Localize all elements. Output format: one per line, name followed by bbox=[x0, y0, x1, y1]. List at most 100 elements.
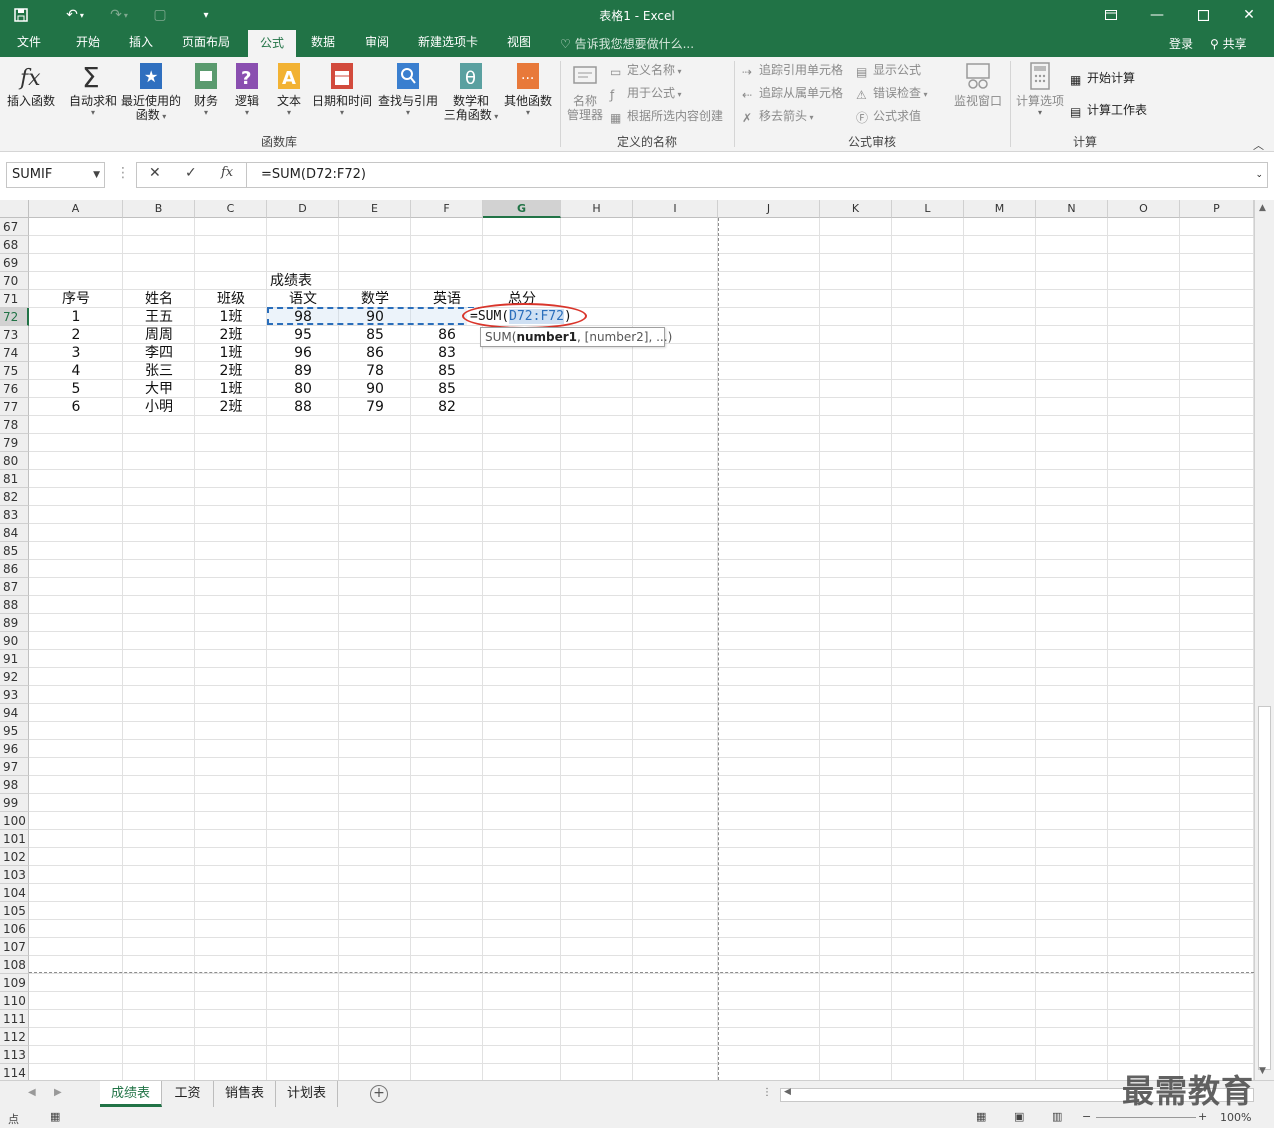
tab-page-layout[interactable]: 页面布局 bbox=[170, 30, 242, 57]
more-functions-button[interactable]: ··· 其他函数 ▾ bbox=[502, 61, 554, 118]
table-cell[interactable]: 86 bbox=[339, 344, 411, 362]
error-checking-button[interactable]: ⚠ 错误检查 ▾ bbox=[856, 84, 928, 102]
row-header-111[interactable]: 111 bbox=[0, 1010, 29, 1028]
row-header-108[interactable]: 108 bbox=[0, 956, 29, 974]
name-manager-button[interactable]: 名称 管理器 bbox=[564, 61, 606, 122]
table-cell[interactable]: 2 bbox=[29, 326, 123, 344]
row-header-104[interactable]: 104 bbox=[0, 884, 29, 902]
row-header-77[interactable]: 77 bbox=[0, 398, 29, 416]
row-header-92[interactable]: 92 bbox=[0, 668, 29, 686]
scroll-left-icon[interactable]: ◀ bbox=[784, 1087, 791, 1097]
formula-input[interactable]: =SUM(D72:F72) ⌄ bbox=[246, 162, 1268, 188]
row-header-70[interactable]: 70 bbox=[0, 272, 29, 290]
row-header-101[interactable]: 101 bbox=[0, 830, 29, 848]
column-header-n[interactable]: N bbox=[1036, 200, 1108, 218]
evaluate-formula-button[interactable]: Ⓕ 公式求值 bbox=[856, 107, 921, 125]
zoom-slider[interactable] bbox=[1096, 1117, 1196, 1118]
row-header-80[interactable]: 80 bbox=[0, 452, 29, 470]
column-heading[interactable]: 语文 bbox=[267, 290, 339, 308]
table-cell[interactable]: 3 bbox=[29, 344, 123, 362]
table-cell[interactable]: 90 bbox=[339, 380, 411, 398]
table-cell[interactable]: 90 bbox=[339, 308, 411, 326]
row-header-75[interactable]: 75 bbox=[0, 362, 29, 380]
table-cell[interactable]: 83 bbox=[411, 344, 483, 362]
table-cell[interactable]: 96 bbox=[267, 344, 339, 362]
table-cell[interactable]: 1班 bbox=[195, 380, 267, 398]
row-header-107[interactable]: 107 bbox=[0, 938, 29, 956]
maximize-button[interactable] bbox=[1180, 0, 1226, 30]
column-heading[interactable]: 序号 bbox=[29, 290, 123, 308]
table-cell[interactable]: 5 bbox=[29, 380, 123, 398]
insert-function-button[interactable]: fx 插入函数 bbox=[4, 61, 58, 108]
row-header-68[interactable]: 68 bbox=[0, 236, 29, 254]
use-in-formula-button[interactable]: ƒ 用于公式 ▾ bbox=[610, 84, 682, 102]
row-header-78[interactable]: 78 bbox=[0, 416, 29, 434]
row-header-109[interactable]: 109 bbox=[0, 974, 29, 992]
page-break-view-icon[interactable]: ▥ bbox=[1052, 1110, 1062, 1123]
table-cell[interactable]: 2班 bbox=[195, 398, 267, 416]
define-name-button[interactable]: ▭ 定义名称 ▾ bbox=[610, 61, 682, 79]
sheet-tab-scores[interactable]: 成绩表 bbox=[100, 1081, 162, 1107]
page-layout-view-icon[interactable]: ▣ bbox=[1014, 1110, 1024, 1123]
math-trig-button[interactable]: θ 数学和 三角函数 ▾ bbox=[440, 61, 502, 124]
calculate-sheet-button[interactable]: ▤ 计算工作表 bbox=[1070, 101, 1147, 119]
row-header-95[interactable]: 95 bbox=[0, 722, 29, 740]
tab-insert[interactable]: 插入 bbox=[118, 30, 164, 57]
trace-precedents-button[interactable]: ⇢ 追踪引用单元格 bbox=[742, 61, 843, 79]
row-header-105[interactable]: 105 bbox=[0, 902, 29, 920]
calculation-options-button[interactable]: 计算选项 ▾ bbox=[1014, 61, 1066, 118]
table-cell[interactable]: 82 bbox=[411, 398, 483, 416]
logical-button[interactable]: ? 逻辑 ▾ bbox=[230, 61, 264, 118]
row-header-94[interactable]: 94 bbox=[0, 704, 29, 722]
row-header-114[interactable]: 114 bbox=[0, 1064, 29, 1080]
autosum-button[interactable]: Σ 自动求和 ▾ bbox=[66, 61, 120, 118]
select-all-corner[interactable] bbox=[0, 200, 29, 218]
table-cell[interactable]: 85 bbox=[411, 380, 483, 398]
scroll-up-icon[interactable]: ▲ bbox=[1259, 203, 1266, 213]
row-header-72[interactable]: 72 bbox=[0, 308, 29, 326]
table-cell[interactable]: 85 bbox=[411, 362, 483, 380]
row-header-67[interactable]: 67 bbox=[0, 218, 29, 236]
row-header-74[interactable]: 74 bbox=[0, 344, 29, 362]
column-heading[interactable]: 班级 bbox=[195, 290, 267, 308]
date-time-button[interactable]: 日期和时间 ▾ bbox=[310, 61, 374, 118]
tab-data[interactable]: 数据 bbox=[300, 30, 346, 57]
zoom-level[interactable]: 100% bbox=[1220, 1111, 1251, 1124]
row-header-99[interactable]: 99 bbox=[0, 794, 29, 812]
prev-sheet-icon[interactable]: ◀ bbox=[28, 1087, 36, 1098]
remove-arrows-button[interactable]: ✗ 移去箭头 ▾ bbox=[742, 107, 814, 125]
tab-home[interactable]: 开始 bbox=[64, 30, 112, 57]
name-box[interactable]: SUMIF ▼ bbox=[6, 162, 105, 188]
function-argument-tooltip[interactable]: SUM(number1, [number2], ...) bbox=[480, 327, 672, 347]
expand-formula-bar-icon[interactable]: ⌄ bbox=[1255, 163, 1263, 187]
table-title[interactable]: 成绩表 bbox=[267, 272, 339, 290]
row-header-93[interactable]: 93 bbox=[0, 686, 29, 704]
sheet-tab-sales[interactable]: 销售表 bbox=[214, 1081, 276, 1107]
column-header-o[interactable]: O bbox=[1108, 200, 1180, 218]
tooltip-function-name[interactable]: SUM( bbox=[485, 330, 516, 344]
add-sheet-icon[interactable]: + bbox=[370, 1085, 388, 1103]
table-cell[interactable]: 78 bbox=[339, 362, 411, 380]
trace-dependents-button[interactable]: ⇠ 追踪从属单元格 bbox=[742, 84, 843, 102]
scrollbar-thumb[interactable] bbox=[1258, 706, 1271, 1070]
row-header-86[interactable]: 86 bbox=[0, 560, 29, 578]
scroll-down-icon[interactable]: ▼ bbox=[1259, 1066, 1266, 1076]
table-cell[interactable]: 88 bbox=[267, 398, 339, 416]
row-header-88[interactable]: 88 bbox=[0, 596, 29, 614]
row-header-82[interactable]: 82 bbox=[0, 488, 29, 506]
ribbon-display-options-icon[interactable] bbox=[1088, 0, 1134, 30]
tab-new-tab[interactable]: 新建选项卡 bbox=[408, 30, 488, 57]
table-cell[interactable]: 86 bbox=[411, 326, 483, 344]
table-cell[interactable]: 1班 bbox=[195, 344, 267, 362]
row-header-103[interactable]: 103 bbox=[0, 866, 29, 884]
column-header-m[interactable]: M bbox=[964, 200, 1036, 218]
column-heading[interactable]: 数学 bbox=[339, 290, 411, 308]
row-header-110[interactable]: 110 bbox=[0, 992, 29, 1010]
financial-button[interactable]: 财务 ▾ bbox=[188, 61, 224, 118]
tab-review[interactable]: 审阅 bbox=[354, 30, 400, 57]
lookup-reference-button[interactable]: 查找与引用 ▾ bbox=[376, 61, 440, 118]
tell-me-box[interactable]: ♡ 告诉我您想要做什么... bbox=[560, 35, 694, 52]
column-header-b[interactable]: B bbox=[123, 200, 195, 218]
column-header-e[interactable]: E bbox=[339, 200, 411, 218]
row-header-90[interactable]: 90 bbox=[0, 632, 29, 650]
